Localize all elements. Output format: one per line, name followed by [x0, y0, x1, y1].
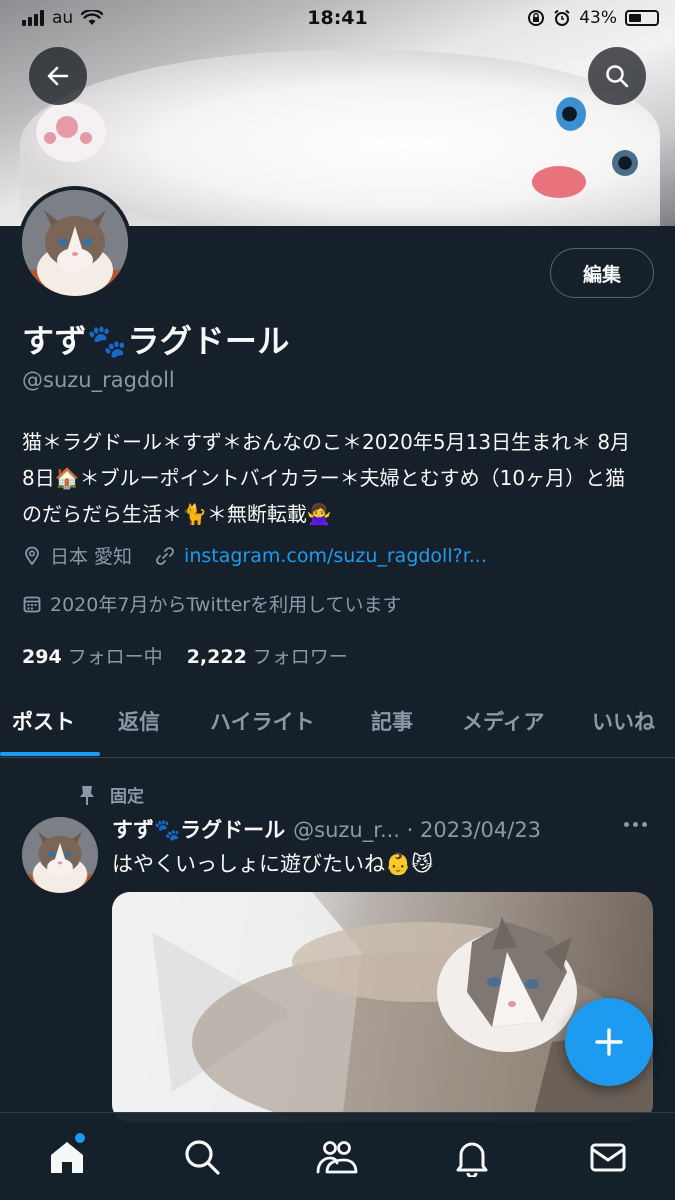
followers-link[interactable]: 2,222 フォロワー	[187, 642, 348, 669]
post-text: はやくいっしょに遊びたいね👶😼	[112, 852, 434, 876]
profile-display-name: すず🐾ラグドール	[22, 322, 290, 360]
post-header: すず🐾ラグドール @suzu_r... · 2023/04/23	[112, 814, 541, 844]
nav-search[interactable]	[180, 1135, 224, 1179]
following-link[interactable]: 294 フォロー中	[22, 642, 163, 669]
banner-cat-body	[20, 50, 660, 226]
nav-notifications[interactable]	[450, 1135, 494, 1179]
search-button[interactable]	[588, 47, 646, 105]
pinned-label: 固定	[110, 787, 144, 807]
more-icon[interactable]	[624, 822, 647, 827]
tab-highlights[interactable]: ハイライト	[210, 706, 315, 736]
active-tab-indicator	[0, 752, 100, 756]
search-icon	[185, 1140, 220, 1175]
banner-cat-tongue	[532, 166, 586, 198]
post-media-image[interactable]	[112, 892, 653, 1122]
home-notification-dot	[75, 1133, 85, 1143]
banner-cat-paw	[36, 102, 106, 162]
follow-stats: 294 フォロー中 2,222 フォロワー	[22, 642, 348, 669]
post-author-name[interactable]: すず🐾ラグドール	[112, 814, 285, 844]
pinned-indicator: 固定	[78, 782, 144, 807]
nav-communities[interactable]	[315, 1135, 359, 1179]
tab-likes[interactable]: いいね	[592, 706, 655, 736]
calendar-icon	[23, 596, 41, 612]
profile-location: 日本 愛知	[50, 546, 133, 568]
following-count: 294	[22, 646, 62, 668]
arrow-left-icon	[47, 66, 69, 86]
rotation-lock-icon	[528, 10, 545, 26]
followers-label: フォロワー	[252, 646, 348, 668]
banner-cat-eye	[612, 150, 638, 176]
plus-icon	[595, 1028, 623, 1056]
communities-icon	[316, 1141, 358, 1174]
cat-photo	[112, 892, 653, 1122]
profile-avatar[interactable]	[18, 186, 132, 300]
mail-icon	[590, 1143, 626, 1172]
post-handle-date: @suzu_r... · 2023/04/23	[293, 818, 542, 842]
tab-articles[interactable]: 記事	[371, 706, 413, 736]
profile-tabs: ポスト 返信 ハイライト 記事 メディア いいね	[0, 688, 675, 758]
pin-icon	[80, 785, 94, 805]
post-avatar[interactable]	[22, 817, 98, 893]
compose-button[interactable]	[565, 998, 653, 1086]
nav-messages[interactable]	[586, 1135, 630, 1179]
profile-joined-date: 2020年7月からTwitterを利用しています	[50, 594, 402, 616]
back-button[interactable]	[29, 47, 87, 105]
alarm-icon	[554, 9, 570, 26]
status-bar: au 18:41 43%	[0, 0, 675, 38]
profile-bio: 猫＊ラグドール＊すず＊おんなのこ＊2020年5月13日生まれ＊ 8月8日🏠＊ブル…	[22, 430, 631, 526]
link-icon	[156, 546, 174, 565]
banner-cat-eye	[556, 97, 586, 131]
profile-website-link[interactable]: instagram.com/suzu_ragdoll?r...	[184, 545, 487, 567]
nav-home[interactable]	[45, 1133, 89, 1179]
cat-avatar-image	[22, 190, 128, 296]
battery-icon	[625, 10, 659, 26]
battery-percent: 43%	[579, 8, 617, 28]
edit-profile-button[interactable]: 編集	[550, 248, 654, 298]
bell-icon	[456, 1142, 488, 1177]
profile-handle: @suzu_ragdoll	[22, 368, 175, 392]
bottom-navigation	[0, 1112, 675, 1200]
tab-replies[interactable]: 返信	[118, 706, 160, 736]
profile-joined-row: 2020年7月からTwitterを利用しています	[22, 590, 402, 617]
cat-avatar-image	[22, 817, 98, 893]
tab-media[interactable]: メディア	[462, 706, 545, 736]
followers-count: 2,222	[186, 646, 247, 668]
following-label: フォロー中	[67, 646, 163, 668]
tab-posts[interactable]: ポスト	[12, 706, 75, 736]
home-icon	[51, 1142, 83, 1173]
profile-meta-row: 日本 愛知 instagram.com/suzu_ragdoll?r...	[22, 542, 487, 569]
search-icon	[606, 65, 629, 88]
location-pin-icon	[25, 546, 39, 565]
